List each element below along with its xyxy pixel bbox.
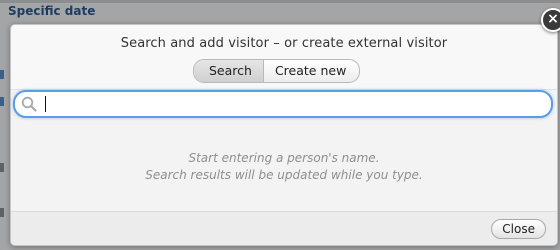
tab-search[interactable]: Search bbox=[194, 60, 263, 82]
search-input[interactable] bbox=[43, 94, 539, 114]
close-icon[interactable]: × bbox=[541, 8, 560, 32]
background-top-bar bbox=[0, 0, 560, 3]
background-link-marker bbox=[0, 97, 4, 106]
mode-switch: Search Create new bbox=[193, 59, 361, 83]
close-button[interactable]: Close bbox=[491, 219, 546, 239]
background-link-marker bbox=[0, 163, 4, 172]
background-link-marker bbox=[0, 208, 4, 217]
add-visitor-dialog: Search and add visitor – or create exter… bbox=[10, 24, 558, 246]
hint-line-1: Start entering a person's name. bbox=[188, 151, 380, 165]
search-icon bbox=[21, 96, 37, 112]
dialog-footer: Close bbox=[11, 211, 557, 245]
dialog-header: Search and add visitor – or create exter… bbox=[11, 25, 557, 90]
text-caret bbox=[45, 96, 46, 112]
background-link-marker bbox=[0, 70, 4, 79]
search-hint: Start entering a person's name. Search r… bbox=[11, 150, 557, 184]
dialog-title: Search and add visitor – or create exter… bbox=[120, 36, 448, 51]
search-field[interactable] bbox=[13, 90, 553, 118]
background-heading: Specific date bbox=[8, 4, 96, 18]
hint-line-2: Search results will be updated while you… bbox=[145, 168, 423, 182]
tab-create-new[interactable]: Create new bbox=[262, 60, 359, 82]
